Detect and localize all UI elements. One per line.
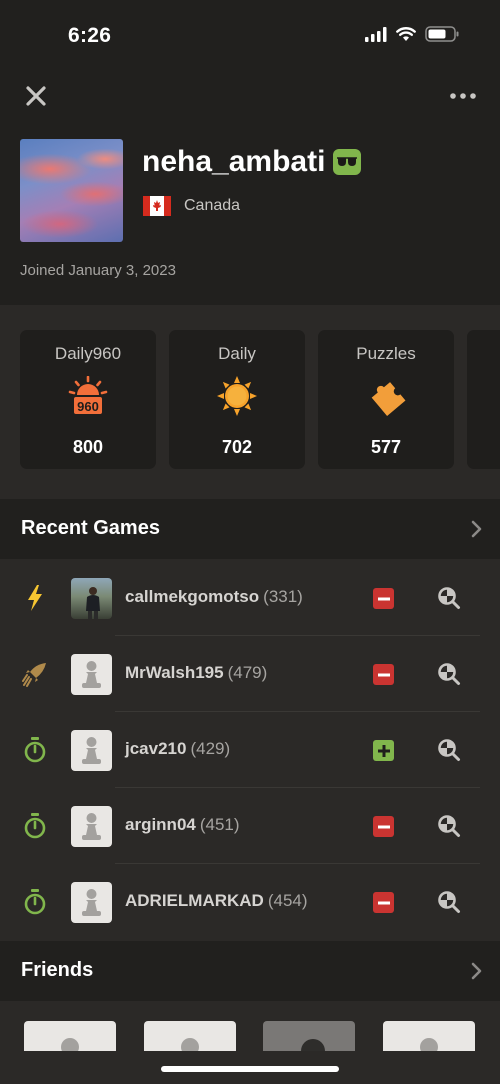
puzzle-piece-icon: [371, 382, 406, 416]
close-button[interactable]: [22, 82, 50, 110]
opponent-username: arginn04: [125, 815, 196, 834]
opponent-username: callmekgomotso: [125, 587, 260, 606]
username: neha_ambati: [142, 145, 326, 178]
friends-title: Friends: [21, 959, 94, 981]
canada-flag-icon: [143, 196, 171, 216]
opponent-name-row: callmekgomotso (331): [125, 587, 303, 607]
rocket-icon: [22, 663, 46, 687]
stopwatch-icon: [24, 737, 46, 763]
opponent-avatar[interactable]: [71, 654, 112, 695]
loss-result-icon: [373, 816, 394, 837]
rating-label: Daily: [218, 344, 256, 363]
rating-label: Puzzles: [356, 344, 416, 363]
loss-result-icon: [373, 588, 394, 609]
opponent-name-row: MrWalsh195 (479): [125, 663, 267, 683]
lightning-bolt-icon: [28, 585, 42, 611]
friend-avatar[interactable]: [383, 1021, 475, 1051]
chevron-right-icon: [471, 520, 482, 538]
opponent-rating: (429): [190, 739, 231, 758]
friends-header[interactable]: Friends: [0, 941, 500, 1001]
opponent-rating: (479): [227, 663, 268, 682]
recent-games-title: Recent Games: [21, 517, 160, 539]
game-row[interactable]: callmekgomotso (331): [0, 560, 500, 636]
rating-value: 577: [370, 437, 402, 457]
home-indicator[interactable]: [161, 1066, 339, 1072]
opponent-name-row: arginn04 (451): [125, 815, 240, 835]
opponent-rating: (331): [263, 587, 303, 606]
game-row[interactable]: arginn04 (451): [0, 788, 500, 864]
opponent-rating: (454): [267, 891, 308, 910]
analyze-magnifier-icon[interactable]: [437, 586, 461, 610]
opponent-name-row: ADRIELMARKAD (454): [125, 891, 308, 911]
rating-card-puzzles[interactable]: Puzzles 577: [318, 330, 454, 469]
opponent-username: ADRIELMARKAD: [125, 891, 264, 910]
friend-avatar[interactable]: [24, 1021, 116, 1051]
opponent-username: jcav210: [125, 739, 187, 758]
win-result-icon: [373, 740, 394, 761]
rating-card-daily960[interactable]: Daily960 960 800: [20, 330, 156, 469]
battery-icon: [425, 26, 459, 42]
country-row: Canada: [143, 196, 240, 216]
friend-avatar[interactable]: [144, 1021, 236, 1051]
loss-result-icon: [373, 664, 394, 685]
game-row[interactable]: jcav210 (429): [0, 712, 500, 788]
opponent-avatar[interactable]: [71, 882, 112, 923]
country-name: Canada: [184, 197, 241, 214]
opponent-avatar[interactable]: [71, 806, 112, 847]
close-icon: [26, 86, 46, 106]
ratings-carousel[interactable]: Daily960 960 800 Daily 702 Puzzles 577: [20, 330, 500, 469]
chevron-right-icon: [471, 962, 482, 980]
username-row: neha_ambati: [142, 145, 362, 179]
rating-value: 702: [221, 437, 253, 457]
profile-avatar[interactable]: [20, 139, 123, 242]
friend-avatar[interactable]: [263, 1021, 355, 1051]
rating-value: 800: [72, 437, 104, 457]
analyze-magnifier-icon[interactable]: [437, 890, 461, 914]
status-icons: [365, 26, 460, 42]
more-options-button[interactable]: [448, 85, 478, 107]
game-row[interactable]: ADRIELMARKAD (454): [0, 864, 500, 940]
opponent-username: MrWalsh195: [125, 663, 224, 682]
opponent-name-row: jcav210 (429): [125, 739, 230, 759]
sun-icon: [217, 376, 257, 416]
analyze-magnifier-icon[interactable]: [437, 814, 461, 838]
svg-text:960: 960: [77, 399, 99, 414]
rating-card-daily[interactable]: Daily 702: [169, 330, 305, 469]
wifi-icon: [396, 26, 416, 41]
joined-date: Joined January 3, 2023: [20, 262, 176, 279]
game-row[interactable]: MrWalsh195 (479): [0, 636, 500, 712]
rating-card-next[interactable]: [467, 330, 500, 469]
analyze-magnifier-icon[interactable]: [437, 662, 461, 686]
more-dots-icon: [450, 93, 476, 99]
status-time: 6:26: [68, 24, 112, 47]
rating-label: Daily960: [54, 344, 122, 363]
daily960-sun-icon: 960: [68, 376, 108, 414]
analyze-magnifier-icon[interactable]: [437, 738, 461, 762]
opponent-rating: (451): [199, 815, 240, 834]
recent-games-header[interactable]: Recent Games: [0, 499, 500, 559]
stopwatch-icon: [24, 813, 46, 839]
opponent-avatar[interactable]: [71, 578, 112, 619]
loss-result-icon: [373, 892, 394, 913]
signal-icon: [365, 26, 387, 42]
opponent-avatar[interactable]: [71, 730, 112, 771]
sunglasses-badge-icon[interactable]: [333, 149, 362, 175]
stopwatch-icon: [24, 889, 46, 915]
